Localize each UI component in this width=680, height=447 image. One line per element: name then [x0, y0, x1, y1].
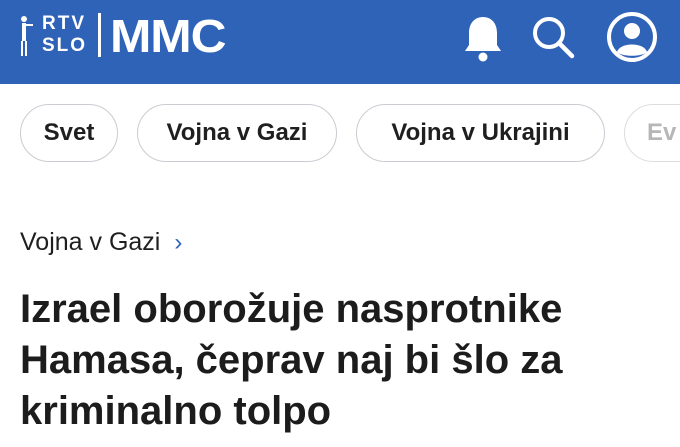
logo-slo-text: SLO: [42, 35, 88, 56]
top-header: RTV SLO MMC: [0, 0, 680, 84]
chip-vojna-v-ukrajini[interactable]: Vojna v Ukrajini: [356, 104, 605, 162]
mmc-logo[interactable]: MMC: [110, 8, 226, 64]
chip-svet[interactable]: Svet: [20, 104, 118, 162]
article-title: Izrael oborožuje nasprotnike Hamasa, čep…: [20, 287, 563, 433]
chip-vojna-v-gazi[interactable]: Vojna v Gazi: [137, 104, 337, 162]
breadcrumb[interactable]: Vojna v Gazi ›: [20, 228, 182, 257]
topic-chips: Svet Vojna v Gazi Vojna v Ukrajini Ev: [0, 104, 680, 164]
user-icon[interactable]: [605, 10, 659, 64]
breadcrumb-label[interactable]: Vojna v Gazi: [20, 228, 160, 257]
trumpeter-logo-icon: [21, 16, 33, 56]
rtv-slo-logo[interactable]: RTV SLO: [18, 12, 108, 58]
chevron-right-icon: ›: [174, 228, 183, 256]
chip-ev[interactable]: Ev: [624, 104, 680, 162]
bell-icon[interactable]: [462, 14, 504, 62]
logo-rtv-text: RTV: [42, 13, 86, 34]
logo-divider: [98, 13, 101, 57]
search-icon[interactable]: [530, 14, 576, 60]
